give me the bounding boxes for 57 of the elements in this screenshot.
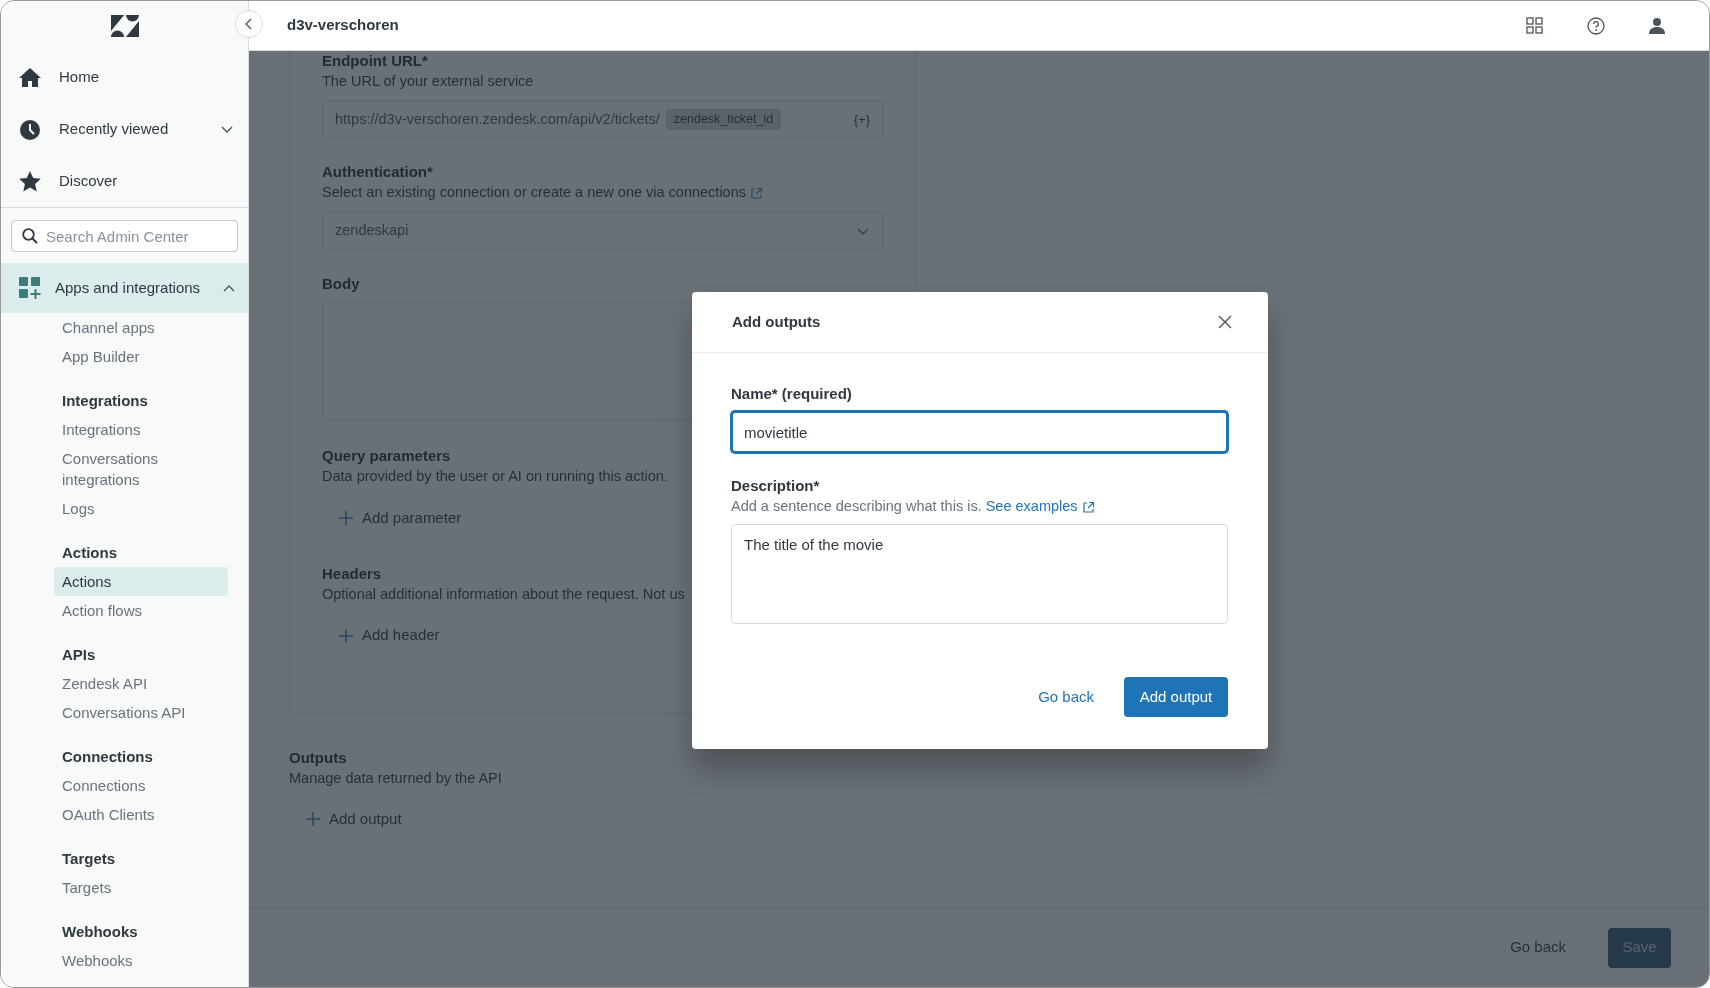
sidebar-item[interactable]: OAuth Clients (54, 800, 224, 829)
field-label: Endpoint URL* (322, 51, 429, 71)
sidebar-item[interactable]: Targets (54, 873, 224, 902)
clock-icon (19, 118, 41, 140)
group-heading: Actions (61, 543, 118, 563)
group-heading: APIs (61, 645, 97, 665)
group-heading: Connections (61, 747, 154, 767)
sidebar-item[interactable]: Actions (54, 567, 228, 596)
section-hint: Manage data returned by the API (289, 769, 503, 788)
connections-link[interactable]: connections (668, 184, 746, 200)
description-field[interactable]: The title of the movie (731, 524, 1228, 624)
help-icon[interactable] (1586, 16, 1605, 35)
grid-icon[interactable] (1525, 16, 1544, 35)
sidebar-section[interactable]: Apps and integrations (1, 263, 248, 313)
field-hint: The URL of your external service (322, 72, 535, 91)
sidebar-item[interactable]: Channel apps (54, 313, 224, 342)
go-back-button[interactable]: Go back (1506, 928, 1570, 967)
nav-item[interactable]: Home (1, 51, 248, 103)
sidebar-item[interactable]: Logs (54, 494, 224, 523)
go-back-button[interactable]: Go back (1034, 677, 1098, 717)
logo-icon (110, 15, 139, 37)
sidebar-item[interactable]: Webhooks (54, 946, 224, 975)
field-label: Name* (required) (731, 384, 853, 404)
external-link-icon (1081, 501, 1094, 514)
nav-item[interactable]: Discover (1, 155, 248, 207)
group-heading: Integrations (61, 391, 149, 411)
sidebar-item[interactable]: Conversations API (54, 698, 224, 727)
dialog-title: Add outputs (732, 311, 822, 332)
star-icon (19, 170, 41, 192)
sidebar-item[interactable]: Connections (54, 771, 224, 800)
field-hint: Add a sentence describing what this is. See examples (731, 496, 1228, 516)
sidebar-item[interactable]: Integrations (54, 415, 224, 444)
group-heading: Targets (61, 849, 117, 869)
sidebar-item[interactable]: Zendesk API (54, 669, 224, 698)
section-heading: Outputs (289, 748, 348, 768)
field-label: Description* (731, 476, 821, 496)
field-label: Headers (322, 563, 383, 584)
close-icon (1218, 315, 1232, 329)
field-label: Body (322, 274, 361, 294)
page-title: d3v-verschoren (287, 15, 400, 36)
field-label: Authentication* (322, 162, 434, 182)
sidebar-item[interactable]: Action flows (54, 596, 224, 625)
field-hint: Data provided by the user or AI on running this action. (322, 467, 669, 486)
nav-item[interactable]: Recently viewed (1, 103, 248, 155)
field-hint: Optional additional information about the request. Not us (322, 584, 686, 604)
sidebar-item[interactable]: Conversations integrations (54, 444, 224, 494)
group-heading: Webhooks (61, 922, 139, 942)
sidebar-item[interactable]: App Builder (54, 342, 224, 371)
name-field[interactable]: movietitle (731, 411, 1228, 453)
chevron-left-icon (245, 18, 253, 30)
add-output-button[interactable]: Add output (1124, 677, 1228, 717)
field-label: Query parameters (322, 446, 452, 466)
user-icon[interactable] (1647, 16, 1666, 35)
apps-icon (19, 277, 41, 299)
search-field[interactable]: Search Admin Center (11, 220, 238, 252)
see-examples-link[interactable]: See examples (985, 498, 1078, 514)
home-icon (19, 66, 41, 88)
